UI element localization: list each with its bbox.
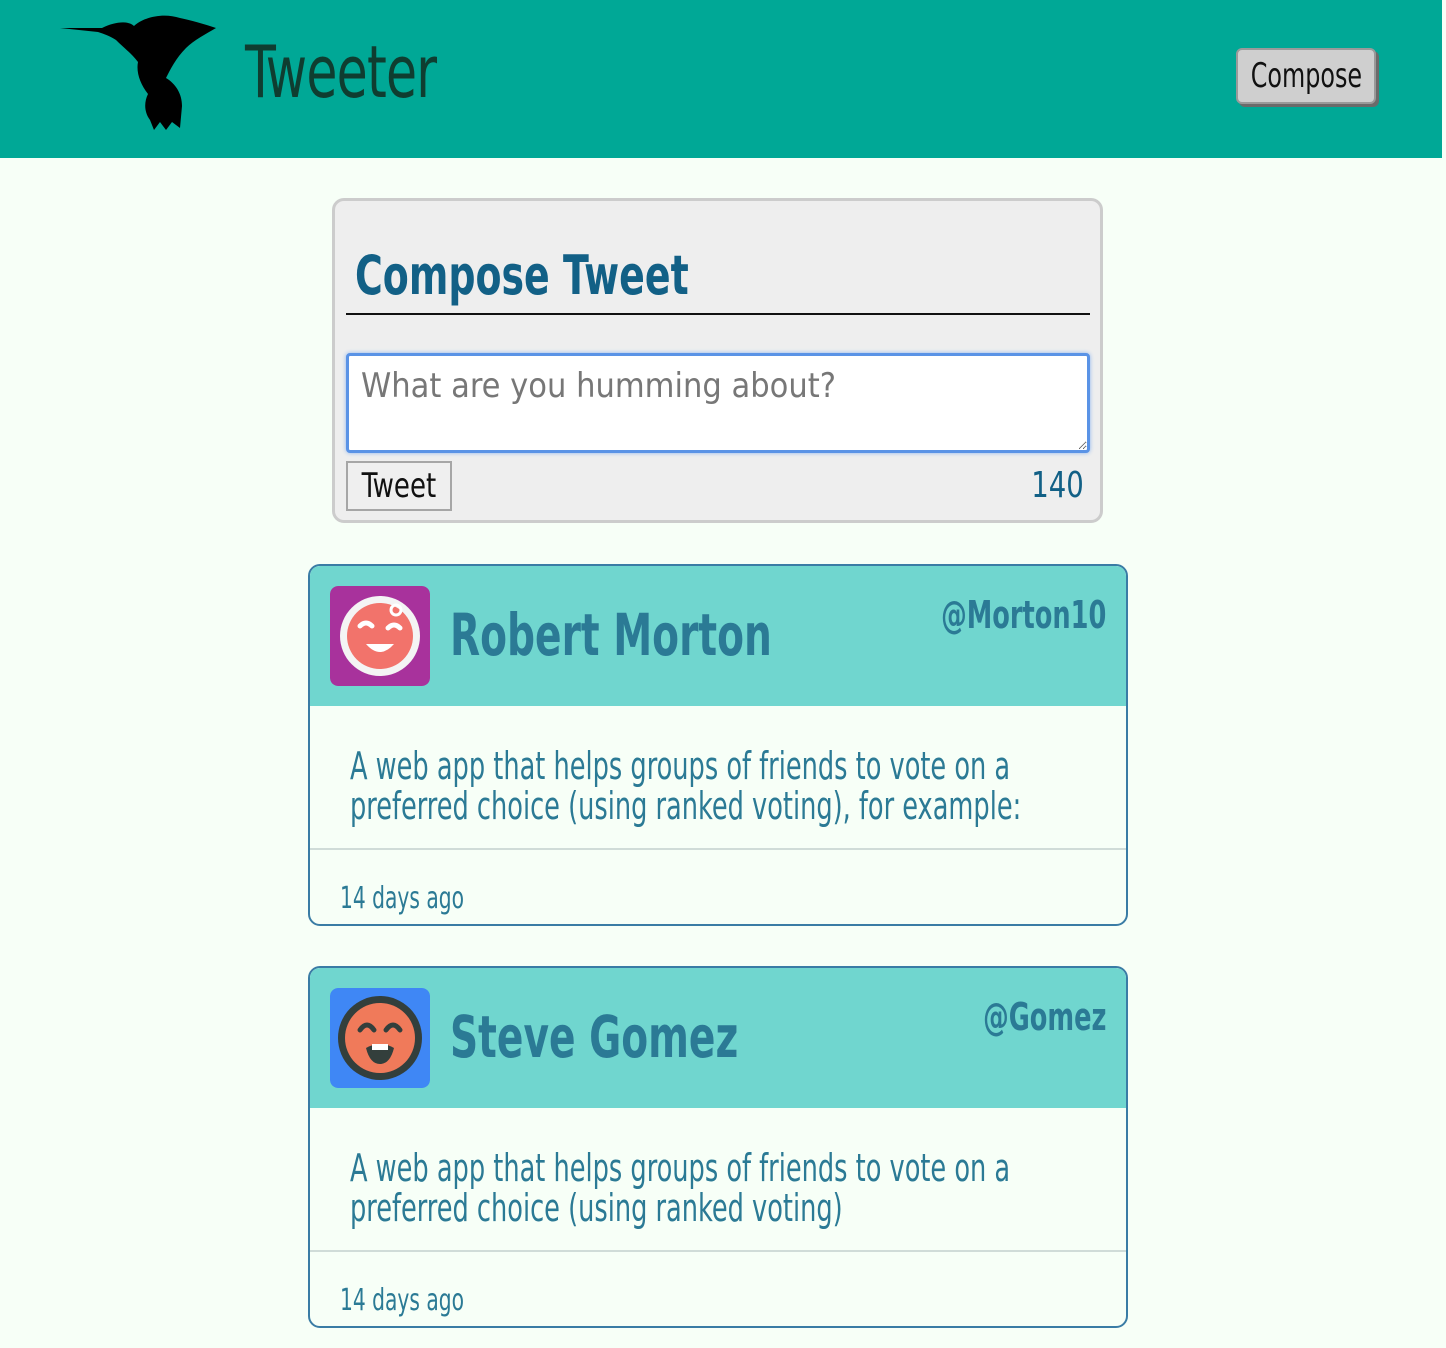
compose-button[interactable]: Compose — [1236, 48, 1376, 104]
tweet-footer-divider — [310, 1250, 1126, 1252]
tweet-content-line: preferred choice (using ranked voting) — [350, 1186, 843, 1230]
compose-button-label: Compose — [1250, 56, 1362, 96]
laughing-face-avatar-icon — [330, 586, 430, 686]
tweet-card: Robert Morton @Morton10 A web app that h… — [308, 564, 1128, 926]
tweet-author-handle[interactable]: @Gomez — [983, 998, 1106, 1036]
compose-title: Compose Tweet — [355, 244, 689, 307]
tweet-content-line: preferred choice (using ranked voting), … — [350, 784, 1022, 828]
tweet-author-name: Robert Morton — [450, 601, 772, 669]
title-divider — [346, 313, 1090, 315]
char-counter: 140 — [1031, 465, 1084, 506]
tweet-content: A web app that helps groups of friends t… — [350, 746, 1085, 826]
tweet-header: Steve Gomez @Gomez — [310, 968, 1126, 1108]
tweet-author-name: Steve Gomez — [450, 1003, 739, 1071]
tweet-submit-button[interactable]: Tweet — [346, 461, 452, 511]
tweet-submit-label: Tweet — [361, 466, 437, 506]
compose-tweet-panel: Compose Tweet Tweet 140 — [332, 198, 1103, 523]
tweet-card: Steve Gomez @Gomez A web app that helps … — [308, 966, 1128, 1328]
tweet-timestamp: 14 days ago — [340, 1283, 465, 1318]
tweet-header: Robert Morton @Morton10 — [310, 566, 1126, 706]
app-title: Tweeter — [245, 30, 437, 114]
tweet-author-handle[interactable]: @Morton10 — [941, 596, 1106, 634]
tweet-content-line: A web app that helps groups of friends t… — [350, 744, 1011, 788]
hummingbird-logo-icon — [60, 15, 216, 130]
tweet-content: A web app that helps groups of friends t… — [350, 1148, 1085, 1228]
tweet-timestamp: 14 days ago — [340, 881, 465, 916]
tweet-content-line: A web app that helps groups of friends t… — [350, 1146, 1011, 1190]
top-nav: Tweeter Compose — [0, 0, 1442, 158]
tweet-input[interactable] — [346, 353, 1090, 453]
tweet-footer-divider — [310, 848, 1126, 850]
happy-face-avatar-icon — [330, 988, 430, 1088]
